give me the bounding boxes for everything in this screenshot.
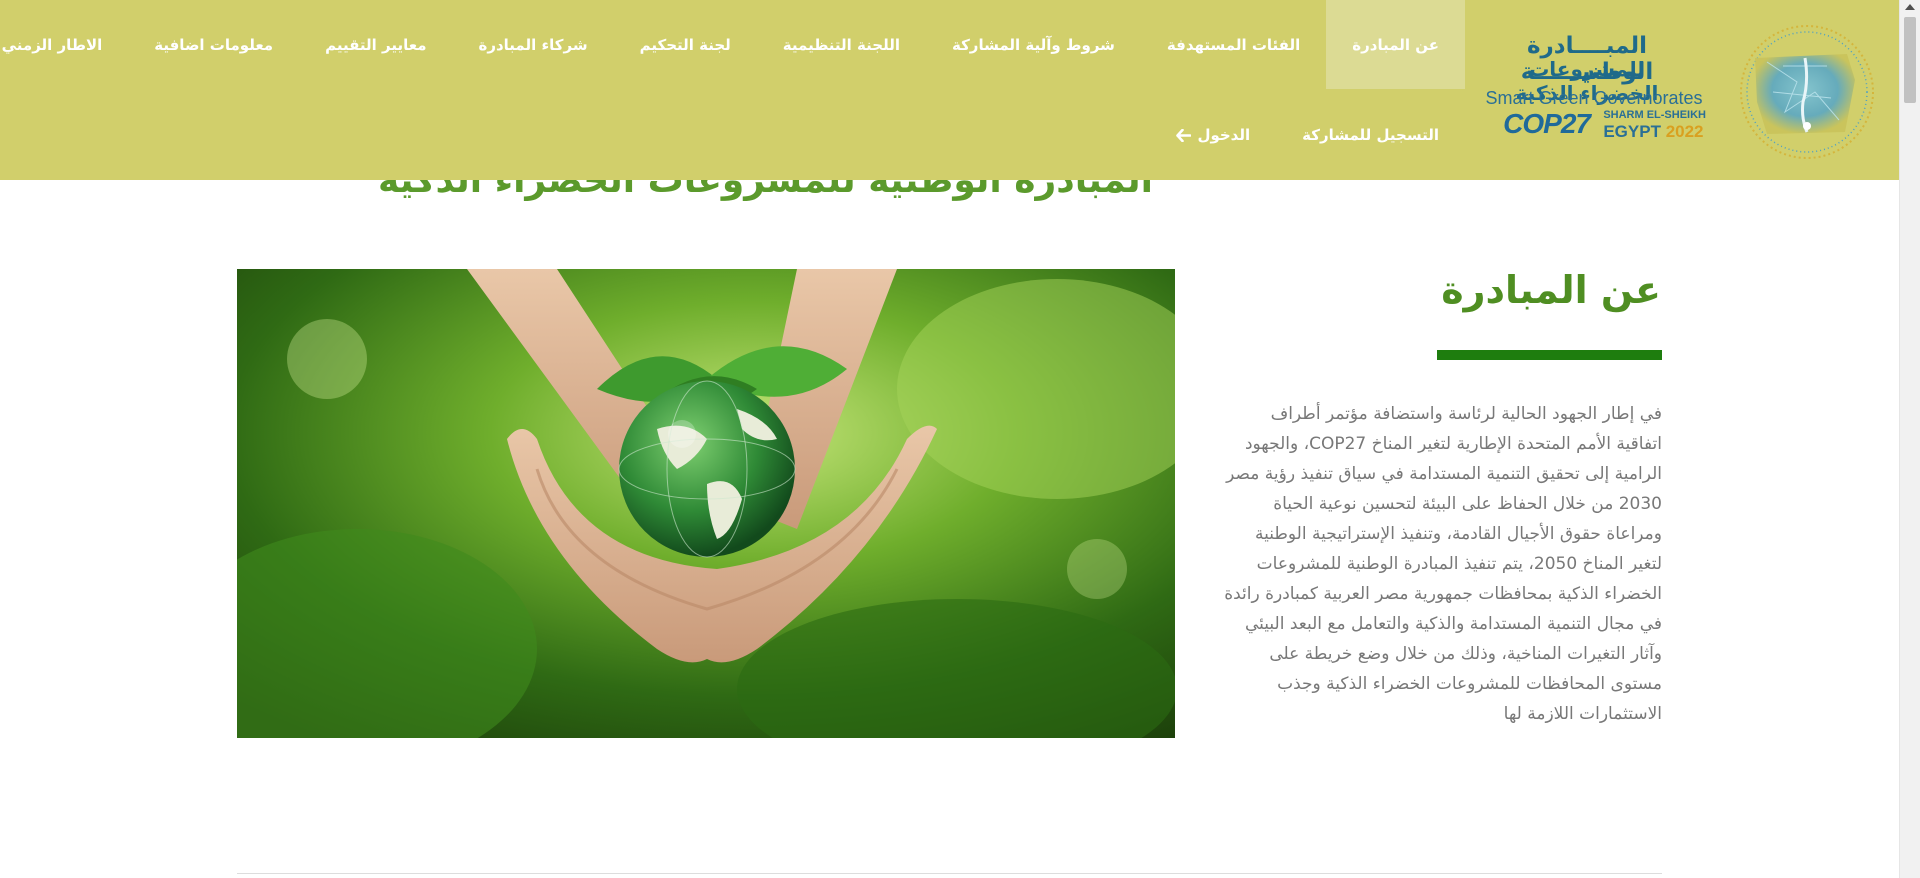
account-nav: التسجيل للمشاركة الدخول: [1150, 108, 1465, 162]
main-navbar: المبــــادرة الوطنيــــــة للمشروعات الخ…: [0, 0, 1899, 180]
nav-item-evaluation-criteria[interactable]: معايير التقييم: [299, 0, 452, 89]
about-paragraph: في إطار الجهود الحالية لرئاسة واستضافة م…: [1224, 404, 1662, 724]
login-link[interactable]: الدخول: [1150, 108, 1276, 162]
logo-location-city: SHARM EL-SHEIKH: [1603, 109, 1706, 121]
section-divider: [237, 873, 1662, 874]
nav-item-timeline[interactable]: الاطار الزمني للمبادرة: [0, 0, 128, 89]
scroll-up-arrow-icon[interactable]: [1905, 4, 1915, 10]
hands-globe-image: [237, 269, 1175, 738]
scroll-thumb[interactable]: [1904, 17, 1916, 103]
logo-cop-prefix: COP: [1503, 108, 1562, 139]
nav-item-jury[interactable]: لجنة التحكيم: [614, 0, 757, 89]
register-link[interactable]: التسجيل للمشاركة: [1276, 108, 1465, 162]
logo-location: SHARM EL-SHEIKH EGYPT 2022: [1603, 109, 1706, 141]
logo-cop27: COP27: [1503, 108, 1591, 140]
nav-item-additional-info[interactable]: معلومات اضافية: [128, 0, 299, 89]
egypt-map-emblem-icon: [1740, 25, 1874, 159]
logo-location-country: EGYPT 2022: [1603, 123, 1706, 140]
site-logo[interactable]: المبــــادرة الوطنيــــــة للمشروعات الخ…: [1479, 0, 1899, 180]
nav-item-target-groups[interactable]: الفئات المستهدفة: [1141, 0, 1326, 89]
nav-item-partners[interactable]: شركاء المبادرة: [452, 0, 613, 89]
nav-item-about[interactable]: عن المبادرة: [1326, 0, 1465, 89]
nav-item-participation-terms[interactable]: شروط وآلية المشاركة: [926, 0, 1141, 89]
nav-item-organizing-committee[interactable]: اللجنة التنظيمية: [757, 0, 926, 89]
logo-year: 2022: [1665, 122, 1704, 141]
about-heading: عن المبادرة: [1441, 268, 1661, 312]
page-scrollbar[interactable]: [1899, 0, 1920, 878]
login-label: الدخول: [1197, 126, 1251, 144]
logo-english-line: Smart Green Governorates: [1485, 88, 1703, 108]
heading-underline: [1437, 350, 1662, 360]
primary-nav: عن المبادرة الفئات المستهدفة شروط وآلية …: [0, 0, 1465, 89]
logo-cop-number: 27: [1560, 108, 1591, 139]
arrow-left-icon: [1176, 128, 1192, 142]
logo-country: EGYPT: [1603, 122, 1661, 141]
